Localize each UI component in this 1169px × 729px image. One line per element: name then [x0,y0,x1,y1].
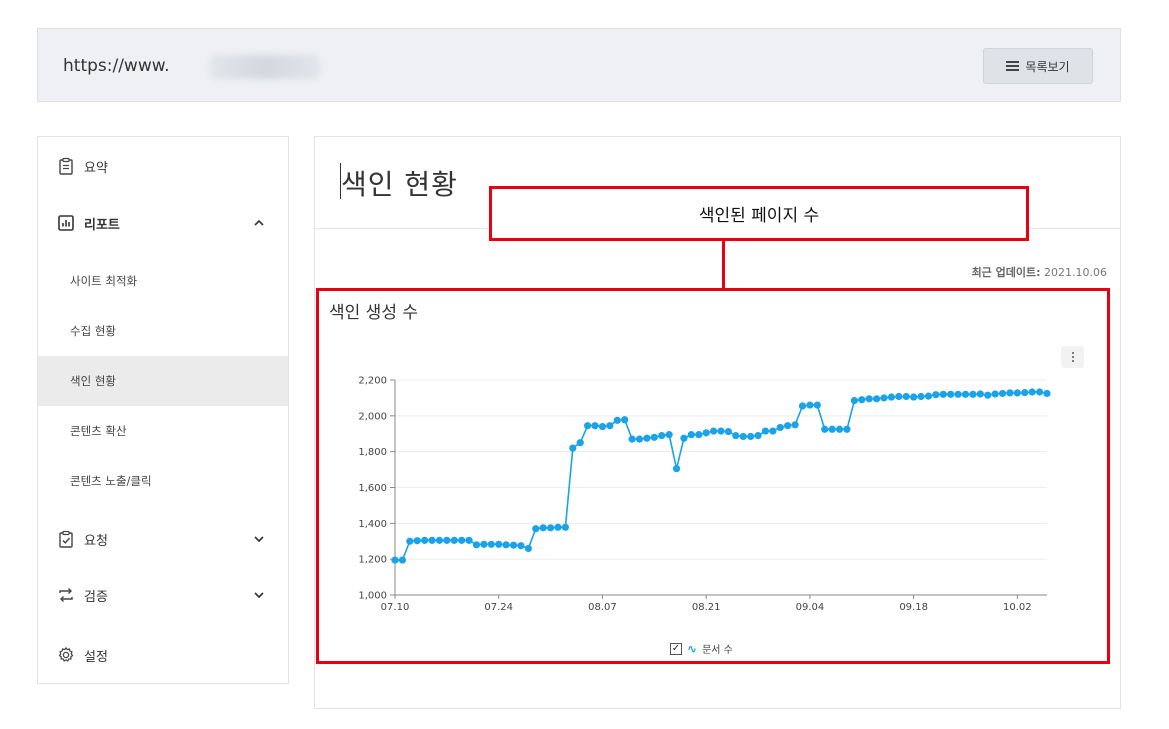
list-view-label: 목록보기 [1025,59,1070,74]
swap-icon [59,588,73,602]
chevron-up-icon[interactable] [252,216,266,230]
annotation-connector [722,241,725,288]
sidebar-item-site-optimization[interactable]: 사이트 최적화 [38,256,288,306]
sidebar-item-index-status[interactable]: 색인 현황 [38,356,288,406]
page-title: 색인 현황 [341,168,458,201]
sidebar-item-label: 콘텐츠 노출/클릭 [70,474,152,488]
sidebar-item-verify[interactable]: 검증 [38,580,288,610]
annotation-callout: 색인된 페이지 수 [489,186,1029,241]
highlight-box [316,288,1110,664]
last-update-date: 2021.10.06 [1044,266,1107,279]
sidebar: 요약 리포트 사이트 최적화 수집 현황 색인 현황 콘텐츠 확산 콘텐츠 노출… [37,136,289,684]
list-view-button[interactable]: 목록보기 [983,48,1093,84]
gear-icon [58,647,74,662]
sidebar-item-label: 요청 [84,533,108,549]
sidebar-item-label: 콘텐츠 확산 [70,424,127,438]
sidebar-item-report[interactable]: 리포트 [38,208,288,238]
list-icon [1006,61,1020,71]
chevron-down-icon[interactable] [252,532,266,546]
sidebar-item-label: 리포트 [84,217,120,233]
blurred-domain [210,55,320,79]
sidebar-item-content-spread[interactable]: 콘텐츠 확산 [38,406,288,456]
sidebar-item-label: 색인 현황 [70,374,116,388]
sidebar-item-label: 사이트 최적화 [70,274,138,288]
sidebar-item-request[interactable]: 요청 [38,524,288,554]
clipboard-icon [59,157,73,175]
sidebar-item-label: 검증 [84,589,108,605]
sidebar-item-summary[interactable]: 요약 [38,151,288,181]
sidebar-item-label: 수집 현황 [70,324,116,338]
sidebar-item-crawl-status[interactable]: 수집 현황 [38,306,288,356]
url-bar: https://www. 목록보기 [37,28,1121,102]
sidebar-item-settings[interactable]: 설정 [38,640,288,670]
sidebar-item-label: 요약 [84,160,108,176]
sidebar-item-content-exposure[interactable]: 콘텐츠 노출/클릭 [38,456,288,506]
sidebar-item-label: 설정 [84,649,108,665]
last-update-label: 최근 업데이트: [971,266,1041,279]
checklist-icon [59,530,73,548]
last-update: 최근 업데이트: 2021.10.06 [972,264,1107,280]
site-url: https://www. [63,56,170,76]
chevron-down-icon[interactable] [252,588,266,602]
bar-chart-icon [58,215,74,231]
